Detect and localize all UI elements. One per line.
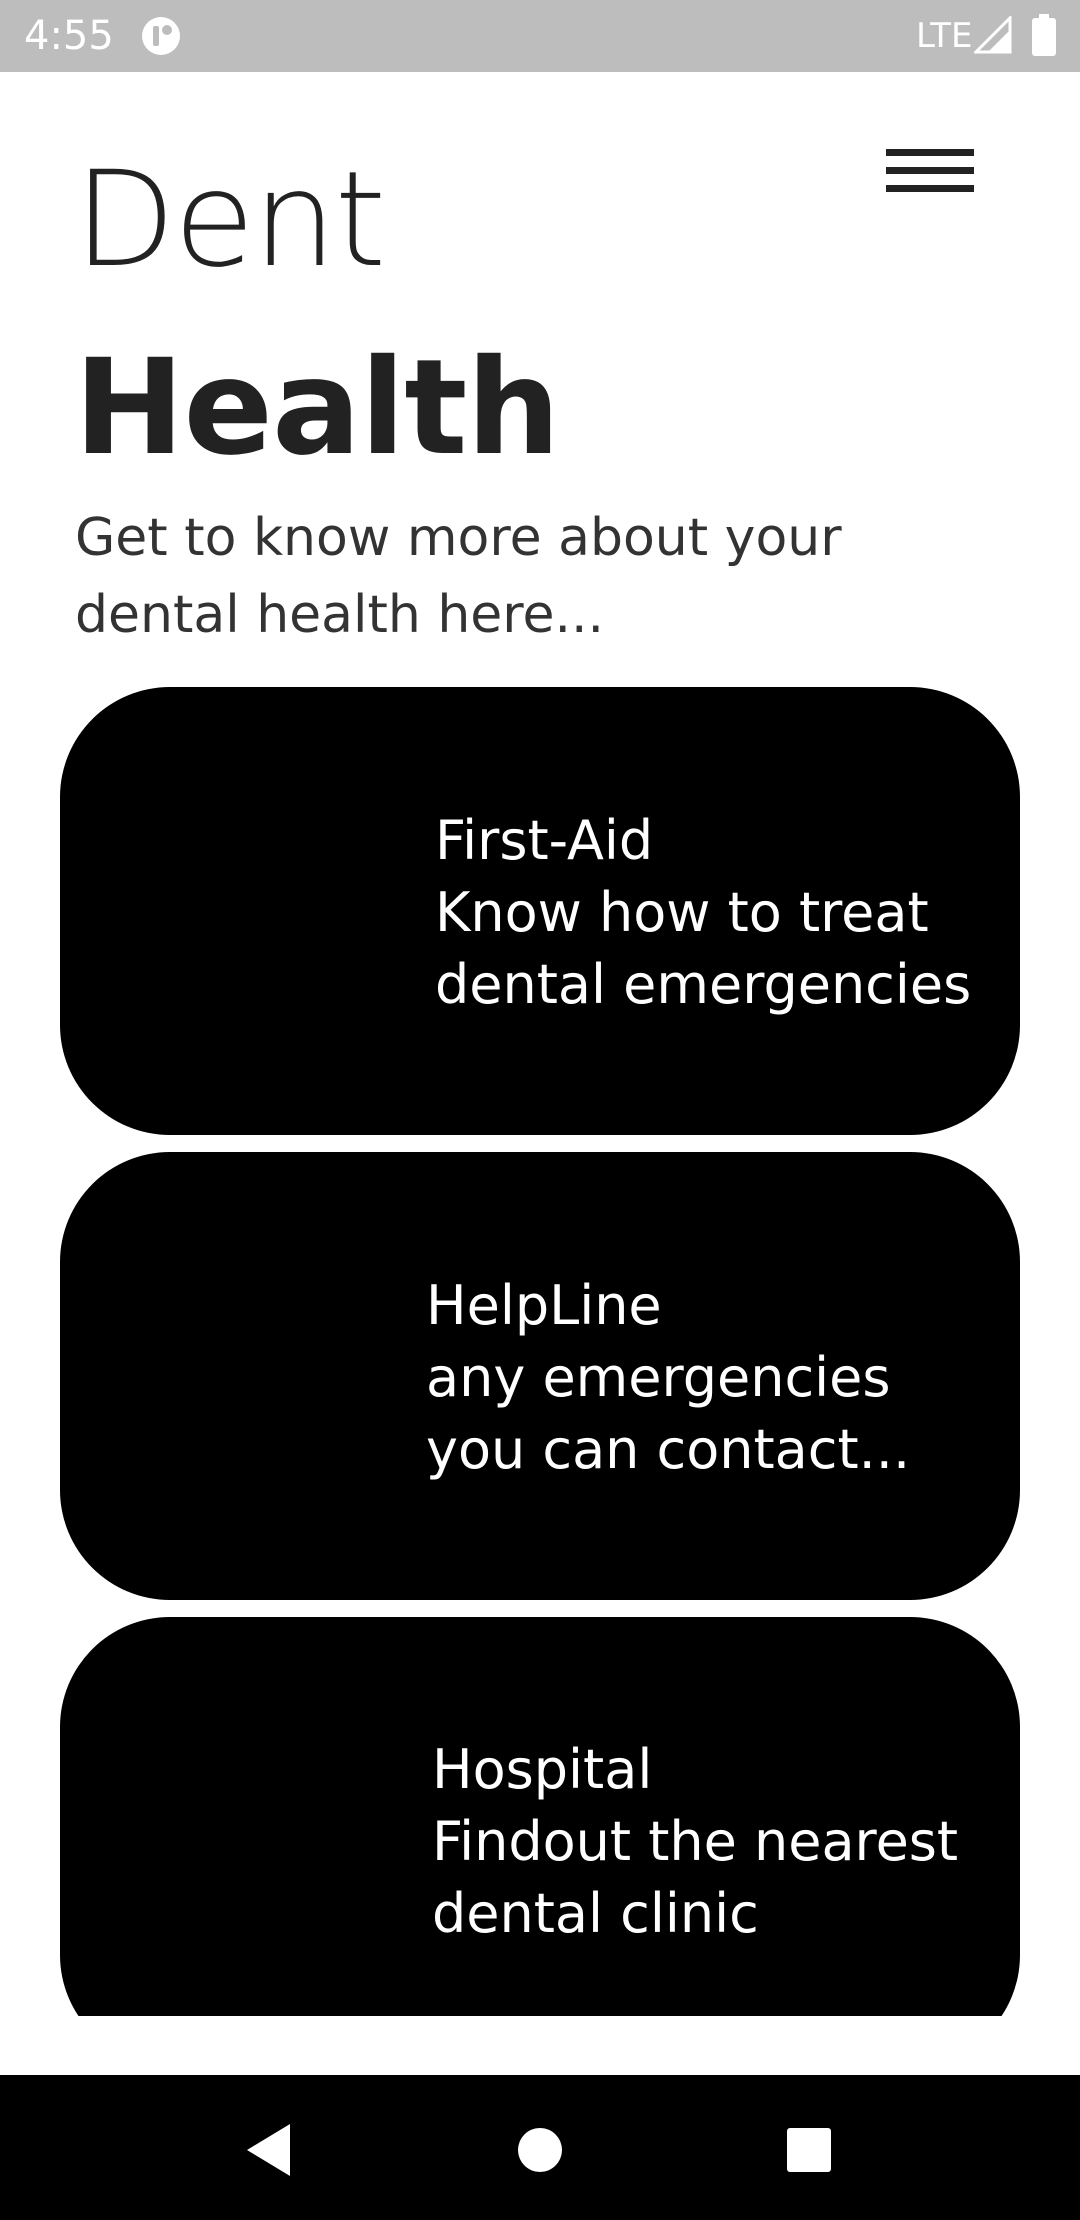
- app-title-bold: Health: [74, 331, 560, 485]
- back-icon[interactable]: [224, 2105, 314, 2195]
- subtitle-line: Get to know more about your: [75, 508, 842, 568]
- menu-icon-bar: [886, 185, 974, 192]
- hospital-card[interactable]: Hospital Findout the nearest dental clin…: [60, 1617, 1020, 2016]
- card-title: Hospital: [432, 1738, 653, 1801]
- card-title: HelpLine: [426, 1274, 662, 1337]
- card-description: dental clinic: [432, 1882, 759, 1945]
- system-navigation-bar: [0, 2075, 1080, 2220]
- app-notification-icon: [142, 17, 180, 55]
- first-aid-card[interactable]: First-Aid Know how to treat dental emerg…: [60, 687, 1020, 1135]
- card-title: First-Aid: [435, 809, 654, 872]
- menu-icon-bar: [886, 167, 974, 174]
- cards-list[interactable]: First-Aid Know how to treat dental emerg…: [0, 680, 1080, 2016]
- app-title-light: Dent: [74, 143, 386, 297]
- recents-icon[interactable]: [764, 2105, 854, 2195]
- page-subtitle: Get to know more about your dental healt…: [75, 500, 895, 654]
- battery-icon: [1032, 14, 1056, 56]
- card-description: dental emergencies: [435, 953, 972, 1016]
- status-time: 4:55: [24, 13, 114, 59]
- card-text: Hospital Findout the nearest dental clin…: [432, 1734, 958, 1950]
- menu-icon-bar: [886, 149, 974, 156]
- card-description: Findout the nearest: [432, 1810, 959, 1873]
- card-description: any emergencies: [426, 1346, 891, 1409]
- network-type: LTE: [916, 16, 973, 56]
- menu-button[interactable]: [880, 140, 980, 220]
- status-bar: 4:55 LTE: [0, 0, 1080, 72]
- card-text: HelpLine any emergencies you can contact…: [426, 1270, 910, 1486]
- home-icon[interactable]: [495, 2105, 585, 2195]
- card-text: First-Aid Know how to treat dental emerg…: [435, 805, 971, 1021]
- signal-icon: [974, 16, 1012, 54]
- helpline-card[interactable]: HelpLine any emergencies you can contact…: [60, 1152, 1020, 1600]
- subtitle-line: dental health here...: [75, 585, 605, 645]
- card-description: Know how to treat: [435, 881, 929, 944]
- card-description: you can contact...: [426, 1418, 911, 1481]
